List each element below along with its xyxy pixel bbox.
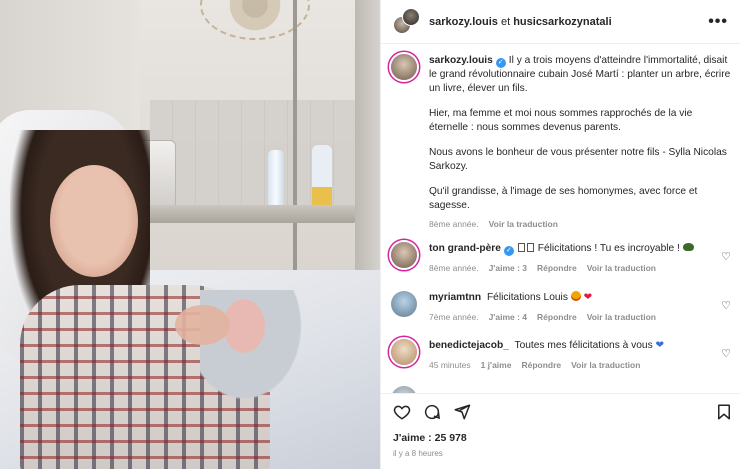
turtle-emoji-icon <box>682 243 694 251</box>
verified-icon: ✓ <box>495 58 506 68</box>
comment-username[interactable]: myriamtnn <box>429 292 481 303</box>
comment-age: 7ème année. <box>429 311 479 322</box>
unknown-emoji-icon <box>526 243 534 252</box>
authors-joiner: et <box>500 15 511 28</box>
translate-link[interactable]: Voir la traduction <box>489 218 558 232</box>
reply-button[interactable]: Répondre <box>537 311 577 325</box>
caption-username[interactable]: sarkozy.louis <box>429 55 493 66</box>
comment-username[interactable]: benedictejacob_ <box>429 340 509 351</box>
divider <box>381 393 740 394</box>
photo-tiles <box>150 100 380 210</box>
avatar[interactable] <box>391 339 417 365</box>
avatar[interactable] <box>391 291 417 317</box>
likes-count[interactable]: J'aime : 25 978 <box>393 432 467 444</box>
comment-likes[interactable]: 1 j'aime <box>481 359 512 373</box>
comment-username[interactable]: ton grand-père <box>429 243 501 254</box>
translate-link[interactable]: Voir la traduction <box>587 311 656 325</box>
post-photo[interactable] <box>0 0 380 469</box>
post-timestamp[interactable]: il y a 8 heures <box>393 449 443 458</box>
like-heart-icon[interactable] <box>393 403 411 421</box>
avatar[interactable] <box>391 242 417 268</box>
comment-likes[interactable]: J'aime : 4 <box>489 311 527 325</box>
caption-age: 8ème année. <box>429 219 479 229</box>
avatar[interactable] <box>402 7 420 26</box>
unknown-emoji-icon <box>517 243 525 252</box>
comment-age: 45 minutes <box>429 359 471 370</box>
photo-hand <box>175 305 230 345</box>
comment-text: Toutes mes félicitations à vous <box>514 340 653 351</box>
like-comment-icon[interactable]: ♡ <box>721 299 731 312</box>
red-heart-emoji-icon: ❤ <box>583 292 593 303</box>
photo-iv-pole <box>293 0 297 300</box>
avatar[interactable] <box>391 54 417 80</box>
comment-likes[interactable]: J'aime : 3 <box>489 262 527 276</box>
post-header: sarkozy.louis et husicsarkozynatali ••• <box>381 0 740 44</box>
comments-list[interactable]: sarkozy.louis ✓ Il y a trois moyens d'atte… <box>381 44 740 394</box>
comment-meta: 7ème année. J'aime : 4 Répondre Voir la … <box>429 311 731 325</box>
blue-heart-emoji-icon: ❤ <box>655 340 665 351</box>
caption: sarkozy.louis ✓ Il y a trois moyens d'atte… <box>391 54 731 232</box>
caption-text: Nous avons le bonheur de vous présenter … <box>429 147 727 172</box>
list-item: ton grand-père ✓ Félicitations ! Tu es in… <box>391 242 731 276</box>
like-comment-icon[interactable]: ♡ <box>721 347 731 360</box>
photo-face <box>50 165 138 277</box>
face-emoji-icon <box>570 291 581 301</box>
more-options-icon[interactable]: ••• <box>708 13 728 31</box>
comment-meta: 45 minutes 1 j'aime Répondre Voir la tra… <box>429 359 731 373</box>
post-authors: sarkozy.louis et husicsarkozynatali <box>429 16 612 28</box>
reply-button[interactable]: Répondre <box>521 359 561 373</box>
share-send-icon[interactable] <box>453 403 471 421</box>
author-link[interactable]: sarkozy.louis <box>429 16 498 28</box>
verified-icon: ✓ <box>503 246 514 256</box>
comment-text: Félicitations ! Tu es incroyable ! <box>537 243 680 254</box>
bookmark-icon[interactable] <box>715 403 733 421</box>
like-comment-icon[interactable]: ♡ <box>721 250 731 263</box>
translate-link[interactable]: Voir la traduction <box>571 359 640 373</box>
comment-icon[interactable] <box>423 403 441 421</box>
reply-button[interactable]: Répondre <box>537 262 577 276</box>
collab-avatars[interactable] <box>393 7 421 36</box>
list-item: benedictejacob_ Toutes mes félicitations… <box>391 339 731 372</box>
post-panel: sarkozy.louis et husicsarkozynatali ••• … <box>380 0 740 469</box>
photo-bottle <box>268 150 284 205</box>
caption-text: Qu'il grandisse, à l'image de ses homony… <box>429 186 698 211</box>
author-link[interactable]: husicsarkozynatali <box>513 16 611 28</box>
list-item: myriamtnn Félicitations Louis ❤ 7ème ann… <box>391 291 731 324</box>
photo-shelf <box>140 205 355 223</box>
comment-text: Félicitations Louis <box>486 292 568 303</box>
comment-meta: 8ème année. J'aime : 3 Répondre Voir la … <box>429 262 731 276</box>
comment-age: 8ème année. <box>429 263 479 273</box>
caption-text: Hier, ma femme et moi nous sommes rappro… <box>429 108 693 133</box>
caption-meta: 8ème année. Voir la traduction <box>429 218 731 232</box>
action-bar <box>393 400 733 424</box>
translate-link[interactable]: Voir la traduction <box>587 262 656 276</box>
